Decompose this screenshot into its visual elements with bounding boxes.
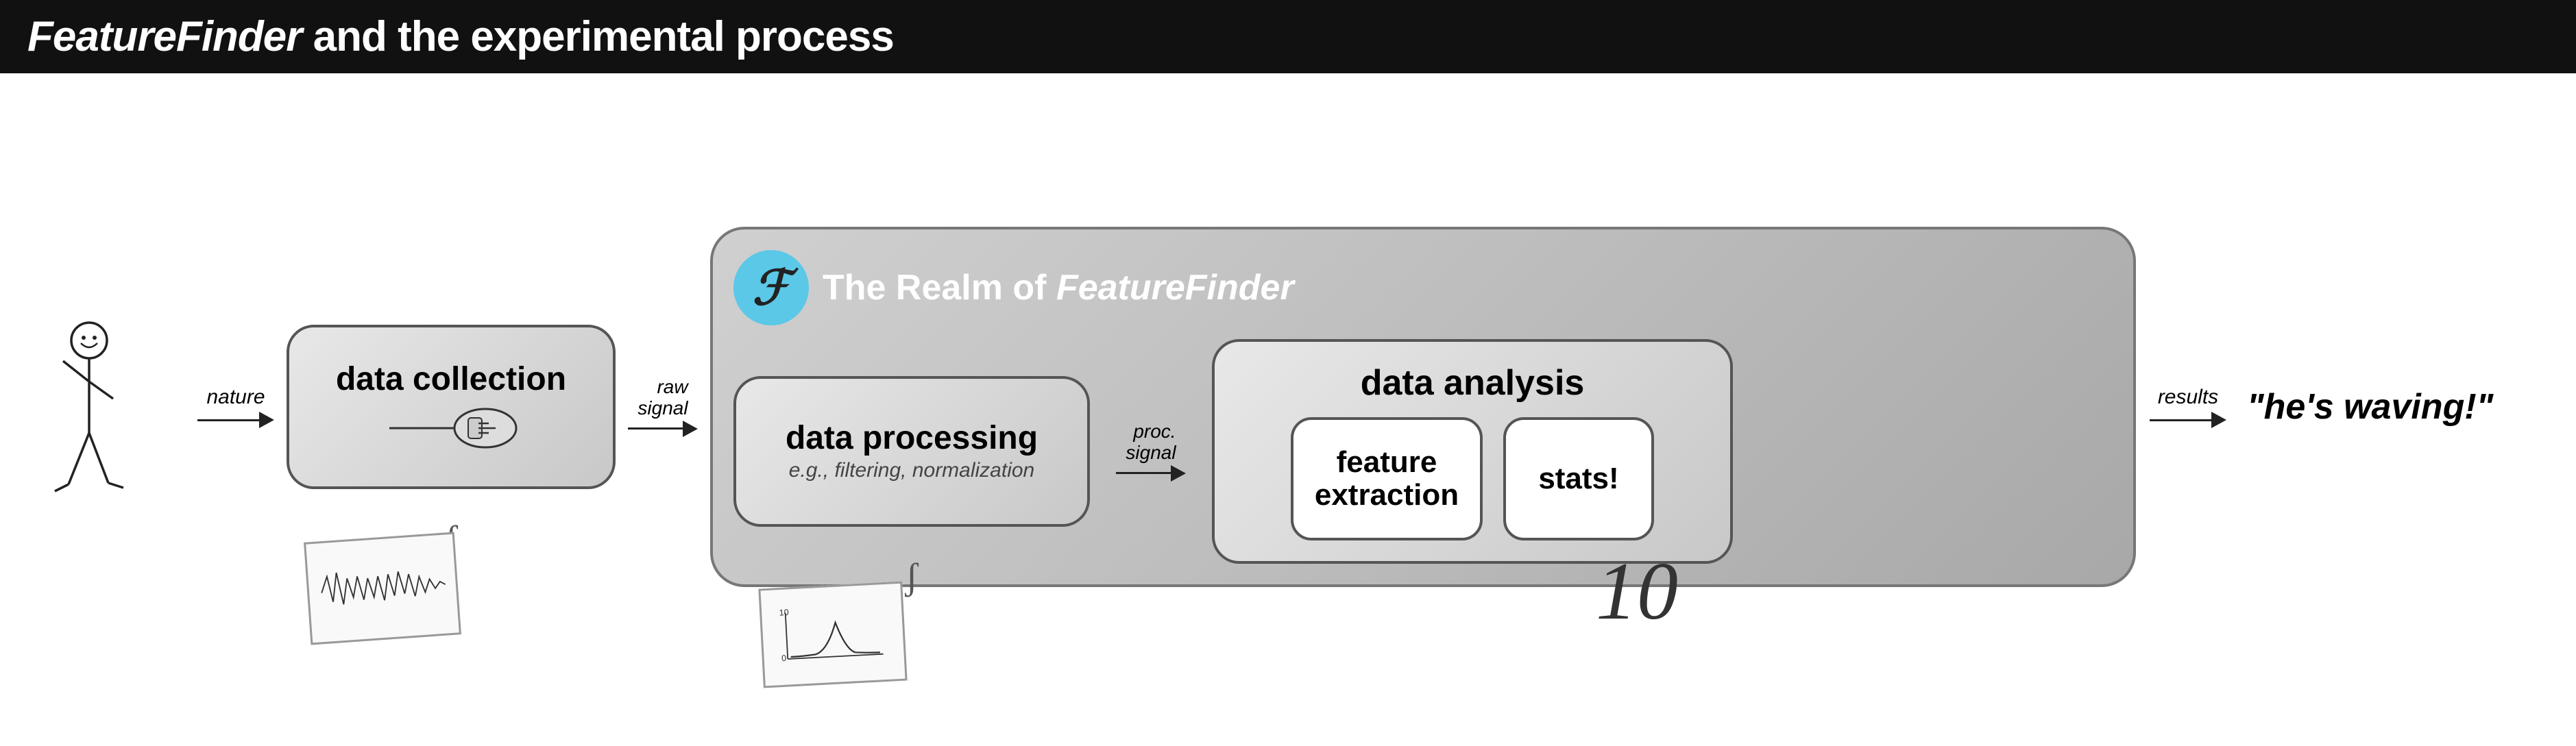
arrow-shaft	[197, 419, 259, 421]
flow-row: nature data collection	[41, 227, 2493, 587]
data-collection-box: data collection	[287, 325, 616, 489]
realm-logo: ℱ	[733, 250, 809, 325]
feature-extraction-box: feature extraction	[1291, 417, 1483, 540]
data-collection-title: data collection	[336, 362, 566, 398]
realm-header: ℱ The Realm of FeatureFinder	[733, 250, 2113, 325]
realm-inner: data processing e.g., filtering, normali…	[733, 339, 2113, 564]
data-processing-box: data processing e.g., filtering, normali…	[733, 376, 1090, 527]
stick-figure	[41, 320, 178, 515]
data-processing-wrapper: data processing e.g., filtering, normali…	[733, 376, 1090, 527]
arrow-head-results	[2211, 412, 2226, 428]
analysis-inner: feature extraction stats!	[1291, 417, 1654, 540]
realm-container: ℱ The Realm of FeatureFinder data proces…	[710, 227, 2136, 587]
nature-arrow: nature	[197, 386, 274, 428]
number-annotation: 10	[1596, 550, 1678, 632]
arrow-shaft-raw	[628, 427, 683, 430]
data-analysis-box: data analysis feature extraction stats!	[1212, 339, 1733, 564]
wave-note	[304, 532, 461, 645]
results-arrow-line	[2150, 412, 2226, 428]
data-analysis-title: data analysis	[1361, 362, 1585, 403]
proc-signal-arrow: proc. signal	[1116, 421, 1186, 482]
proc-signal-note: 10 0	[758, 582, 907, 688]
nature-arrow-line	[197, 412, 274, 428]
results-label: results	[2158, 386, 2218, 409]
arrow-head-raw	[683, 421, 698, 437]
arrow-head	[259, 412, 274, 428]
proc-label: proc. signal	[1126, 421, 1176, 464]
page-header: FeatureFinder and the experimental proce…	[0, 0, 2576, 73]
header-title-italic: FeatureFinder	[27, 13, 302, 60]
result-quote: "he's waving!"	[2247, 386, 2493, 427]
data-processing-title: data processing	[786, 421, 1038, 457]
arrow-shaft-proc	[1116, 472, 1171, 474]
data-analysis-wrapper: data analysis feature extraction stats!	[1212, 339, 1733, 564]
svg-text:0: 0	[781, 653, 787, 662]
data-processing-subtitle: e.g., filtering, normalization	[789, 459, 1035, 482]
realm-title-italic: FeatureFinder	[1056, 268, 1294, 308]
nature-label: nature	[206, 386, 265, 409]
stats-box: stats!	[1503, 417, 1654, 540]
raw-signal-arrow: raw signal	[628, 377, 698, 437]
feature-extraction-title: feature extraction	[1314, 446, 1459, 512]
realm-title: The Realm of FeatureFinder	[823, 267, 1294, 308]
raw-arrow-line	[628, 421, 698, 437]
curly-brace-processing: ʃ	[906, 558, 918, 595]
svg-text:10: 10	[779, 607, 789, 617]
raw-label: raw signal	[637, 377, 688, 419]
realm-title-normal: The Realm of	[823, 268, 1056, 308]
results-arrow: results	[2150, 386, 2226, 428]
arrow-head-proc	[1171, 465, 1186, 482]
proc-arrow-line	[1116, 465, 1186, 482]
realm-logo-text: ℱ	[752, 260, 790, 316]
main-content: nature data collection	[0, 73, 2576, 741]
header-title-rest: and the experimental process	[302, 13, 893, 60]
data-collection-wrapper: data collection ʃ	[287, 325, 616, 489]
stats-title: stats!	[1538, 462, 1618, 495]
arrow-shaft-results	[2150, 419, 2211, 421]
